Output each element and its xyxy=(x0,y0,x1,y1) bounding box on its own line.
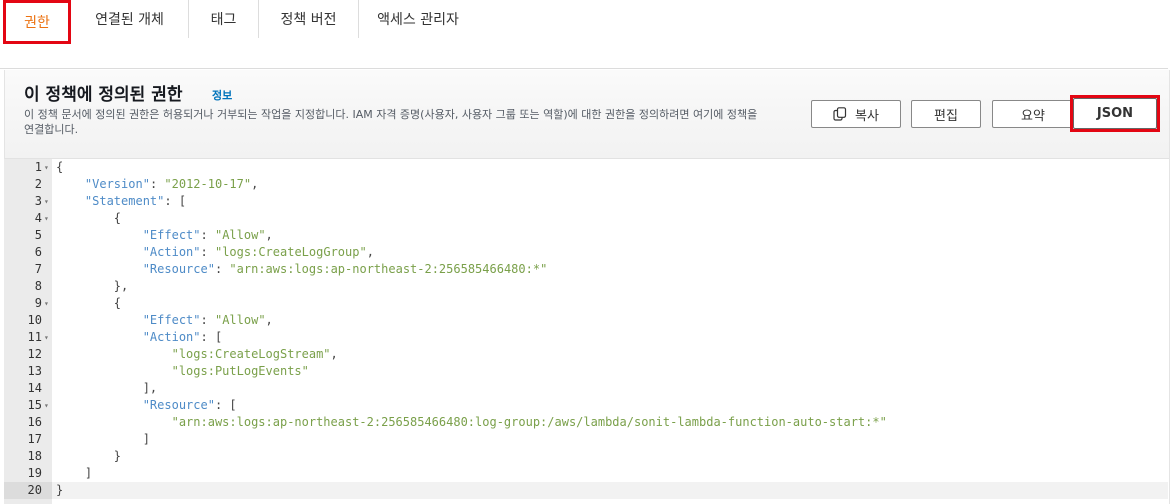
line-number: 7 xyxy=(34,262,42,276)
code-text: "Action": [ xyxy=(142,330,223,344)
tab-bar: 권한 연결된 개체 태그 정책 버전 액세스 관리자 xyxy=(0,0,1172,48)
code-line[interactable]: 5 "Effect": "Allow", xyxy=(4,227,1168,244)
code-text: "logs:CreateLogStream", xyxy=(171,347,338,361)
summary-button-label: 요약 xyxy=(1021,108,1045,124)
info-link[interactable]: 정보 xyxy=(212,87,232,103)
json-button-label: JSON xyxy=(1096,106,1134,121)
code-text: } xyxy=(56,449,122,463)
fold-toggle-icon[interactable]: ▾ xyxy=(44,329,49,346)
code-text: "Resource": [ xyxy=(142,398,237,412)
edit-button-label: 편집 xyxy=(934,108,958,124)
code-line[interactable]: 9 ▾ { xyxy=(4,295,1168,312)
code-text: { xyxy=(56,160,64,174)
line-number: 2 xyxy=(34,177,42,191)
code-line[interactable]: 15 ▾ "Resource": [ xyxy=(4,397,1168,414)
code-text: { xyxy=(56,211,122,225)
line-number: 14 xyxy=(27,381,42,395)
code-line[interactable]: 3 ▾ "Statement": [ xyxy=(4,193,1168,210)
code-text: "Resource": "arn:aws:logs:ap-northeast-2… xyxy=(142,262,548,276)
code-line[interactable]: 16 "arn:aws:logs:ap-northeast-2:25658546… xyxy=(4,414,1168,431)
code-text: "Effect": "Allow", xyxy=(142,313,273,327)
fold-toggle-icon[interactable]: ▾ xyxy=(44,210,49,227)
line-number: 6 xyxy=(34,245,42,259)
copy-icon xyxy=(833,107,847,121)
line-number: 9 xyxy=(34,296,42,310)
code-line[interactable]: 18 } xyxy=(4,448,1168,465)
code-line[interactable]: 10 "Effect": "Allow", xyxy=(4,312,1168,329)
line-number: 20 xyxy=(27,483,42,497)
code-line[interactable]: 2 "Version": "2012-10-17", xyxy=(4,176,1168,193)
tab-attached-entities[interactable]: 연결된 개체 xyxy=(71,0,189,38)
code-text: ] xyxy=(56,466,93,480)
line-number: 17 xyxy=(27,432,42,446)
line-number: 19 xyxy=(27,466,42,480)
line-number: 13 xyxy=(27,364,42,378)
tab-permissions[interactable]: 권한 xyxy=(3,0,71,44)
edit-button[interactable]: 편집 xyxy=(911,100,981,128)
code-text: { xyxy=(56,296,122,310)
code-line[interactable]: 12 "logs:CreateLogStream", xyxy=(4,346,1168,363)
json-code-editor[interactable]: 1 ▾{2 "Version": "2012-10-17", 3 ▾ "Stateme… xyxy=(4,159,1168,504)
tab-tags[interactable]: 태그 xyxy=(189,0,259,38)
code-line[interactable]: 19 ] xyxy=(4,465,1168,482)
code-text: "logs:PutLogEvents" xyxy=(171,364,309,378)
code-text: ] xyxy=(56,432,150,446)
line-number: 11 xyxy=(27,330,42,344)
code-line[interactable]: 1 ▾ { xyxy=(4,159,1168,176)
line-number: 4 xyxy=(34,211,42,225)
code-line[interactable]: 17 ] xyxy=(4,431,1168,448)
divider xyxy=(0,68,1168,69)
code-text: "Statement": [ xyxy=(84,194,187,208)
line-number: 15 xyxy=(27,398,42,412)
code-line[interactable]: 13 "logs:PutLogEvents" xyxy=(4,363,1168,380)
fold-toggle-icon[interactable]: ▾ xyxy=(44,159,49,176)
code-line[interactable]: 4 ▾ { xyxy=(4,210,1168,227)
code-text: "arn:aws:logs:ap-northeast-2:25658546648… xyxy=(171,415,887,429)
copy-button-label: 복사 xyxy=(855,108,879,124)
code-text: "Effect": "Allow", xyxy=(142,228,273,242)
code-line[interactable]: 11 ▾ "Action": [ xyxy=(4,329,1168,346)
code-text: "Action": "logs:CreateLogGroup", xyxy=(142,245,374,259)
line-number: 5 xyxy=(34,228,42,242)
fold-toggle-icon[interactable]: ▾ xyxy=(44,193,49,210)
tab-access-advisor[interactable]: 액세스 관리자 xyxy=(359,0,477,38)
code-text: }, xyxy=(56,279,129,293)
line-number: 8 xyxy=(34,279,42,293)
code-text: ], xyxy=(56,381,158,395)
code-text: "Version": "2012-10-17", xyxy=(84,177,259,191)
panel-header: 이 정책에 정의된 권한 정보 이 정책 문서에 정의된 권한은 허용되거나 거… xyxy=(5,70,1169,159)
copy-button[interactable]: 복사 xyxy=(811,100,901,128)
tab-policy-versions[interactable]: 정책 버전 xyxy=(259,0,359,38)
fold-toggle-icon[interactable]: ▾ xyxy=(44,397,49,414)
code-text: } xyxy=(56,483,64,497)
line-number: 16 xyxy=(27,415,42,429)
summary-button[interactable]: 요약 xyxy=(992,100,1074,128)
json-button[interactable]: JSON xyxy=(1073,98,1157,129)
line-number: 3 xyxy=(34,194,42,208)
panel-title: 이 정책에 정의된 권한 xyxy=(24,85,183,105)
code-line[interactable]: 8 }, xyxy=(4,278,1168,295)
code-line[interactable]: 6 "Action": "logs:CreateLogGroup", xyxy=(4,244,1168,261)
code-line[interactable]: 14 ], xyxy=(4,380,1168,397)
line-number: 10 xyxy=(27,313,42,327)
code-line[interactable]: 20} xyxy=(4,482,1168,499)
fold-toggle-icon[interactable]: ▾ xyxy=(44,295,49,312)
panel-description: 이 정책 문서에 정의된 권한은 허용되거나 거부되는 작업을 지정합니다. I… xyxy=(24,108,758,136)
code-line[interactable]: 7 "Resource": "arn:aws:logs:ap-northeast… xyxy=(4,261,1168,278)
line-number: 12 xyxy=(27,347,42,361)
line-number: 1 xyxy=(34,160,42,174)
line-number: 18 xyxy=(27,449,42,463)
